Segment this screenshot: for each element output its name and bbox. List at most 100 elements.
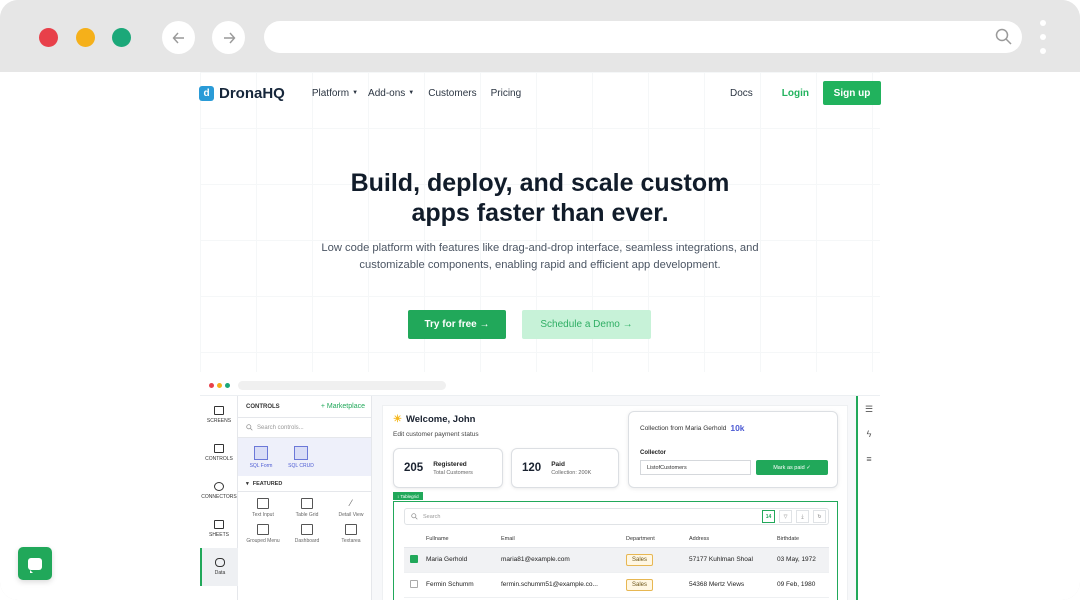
- browser-chrome: [0, 0, 1080, 72]
- mark-as-paid-button[interactable]: Mark as paid ✓: [756, 460, 828, 475]
- registered-stat-card: 205 Registered Total Customers: [393, 448, 503, 488]
- filter-icon[interactable]: ▽: [779, 510, 792, 523]
- chat-widget-button[interactable]: [18, 547, 52, 580]
- control-label: Table Grid: [295, 512, 319, 518]
- collection-title-text: Collection from Maria Gerhold: [640, 424, 727, 432]
- birthdate-cell: 09 Feb, 1980: [771, 572, 829, 598]
- maximize-window-button[interactable]: [112, 28, 131, 47]
- dashboard-icon: [301, 524, 313, 535]
- database-icon: [215, 558, 225, 567]
- fullname-cell: Fermin Schumm: [420, 572, 495, 598]
- tablegrid-tag[interactable]: ↕ Tablegrid: [393, 492, 423, 500]
- dronahq-logo-icon: d: [199, 85, 214, 101]
- control-label: Detail View: [338, 512, 364, 518]
- table-grid-icon: [301, 498, 313, 509]
- table-header-row: Fullname Email Department Address Birthd…: [404, 532, 829, 548]
- department-badge: Sales: [626, 578, 654, 591]
- column-header[interactable]: Email: [495, 532, 620, 548]
- nav-pricing[interactable]: Pricing: [491, 88, 522, 99]
- welcome-heading: ☀ Welcome, John: [393, 414, 475, 425]
- row-select-cell: [404, 547, 420, 573]
- row-checkbox[interactable]: [410, 554, 418, 563]
- collector-input[interactable]: ListofCustomers: [640, 460, 751, 475]
- row-checkbox[interactable]: [410, 579, 418, 588]
- email-cell[interactable]: maria81@example.com: [495, 547, 620, 573]
- nav-customers[interactable]: Customers: [428, 88, 476, 99]
- close-window-button[interactable]: [39, 28, 58, 47]
- table-row[interactable]: Fermin Schumm fermin.schumm51@example.co…: [404, 572, 829, 598]
- magic-wand-icon: ⁄: [350, 498, 352, 508]
- nav-data[interactable]: Data: [200, 548, 238, 586]
- collection-card: Collection from Maria Gerhold 10k Collect…: [628, 411, 838, 488]
- try-for-free-button[interactable]: Try for free →: [408, 310, 506, 339]
- count-badge: 14: [762, 510, 775, 523]
- builder-right-panel: ☰ ϟ ≡: [856, 396, 880, 600]
- signup-button[interactable]: Sign up: [823, 81, 881, 105]
- column-header[interactable]: Department: [620, 532, 683, 548]
- sql-crud-icon: [294, 445, 308, 460]
- nav-screens[interactable]: SCREENS: [200, 396, 238, 434]
- lightning-icon[interactable]: ϟ: [864, 429, 874, 439]
- hero-title-line: apps faster than ever.: [411, 199, 669, 227]
- stat-value: 120: [522, 462, 542, 474]
- table-row[interactable]: Maria Gerhold maria81@example.com Sales …: [404, 547, 829, 573]
- dashboard-control[interactable]: Dashboard: [285, 524, 329, 544]
- back-button[interactable]: [162, 21, 195, 54]
- controls-search[interactable]: Search controls...: [238, 418, 371, 438]
- minimize-window-button[interactable]: [76, 28, 95, 47]
- hero-title-line: Build, deploy, and scale custom: [350, 169, 730, 197]
- docs-link[interactable]: Docs: [730, 88, 753, 99]
- column-header[interactable]: Fullname: [420, 532, 495, 548]
- search-icon: [246, 424, 253, 431]
- textarea-control[interactable]: Textarea: [329, 524, 373, 544]
- arrow-right-icon: [223, 32, 235, 43]
- database-icon[interactable]: ≡: [864, 454, 874, 464]
- page-viewport: d DronaHQ Platform ▼ Add-ons ▼ Customers P…: [0, 72, 1080, 600]
- settings-sliders-icon[interactable]: ☰: [864, 404, 874, 414]
- kebab-menu-icon[interactable]: [1040, 20, 1046, 54]
- sql-form-icon: [254, 445, 268, 460]
- sheets-icon: [214, 520, 224, 529]
- text-input-control[interactable]: Text Input: [241, 498, 285, 518]
- column-header[interactable]: Address: [683, 532, 771, 548]
- login-link[interactable]: Login: [782, 88, 809, 99]
- grouped-menu-control[interactable]: Grouped Menu: [241, 524, 285, 544]
- nav-addons[interactable]: Add-ons ▼: [368, 88, 414, 99]
- schedule-demo-button[interactable]: Schedule a Demo →: [522, 310, 651, 339]
- detail-view-control[interactable]: ⁄ Detail View: [329, 498, 373, 518]
- nav-connectors[interactable]: CONNECTORS: [200, 472, 238, 510]
- nav-sheets[interactable]: SHEETS: [200, 510, 238, 548]
- nav-platform[interactable]: Platform ▼: [312, 88, 358, 99]
- nav-label: SHEETS: [208, 532, 229, 538]
- search-placeholder: Search controls...: [257, 424, 304, 431]
- table-grid-control[interactable]: Table Grid: [285, 498, 329, 518]
- nav-label: SCREENS: [206, 418, 232, 424]
- email-cell[interactable]: fermin.schumm51@example.co...: [495, 572, 620, 598]
- row-select-cell: [404, 572, 420, 598]
- refresh-icon[interactable]: ↻: [813, 510, 826, 523]
- department-cell: Sales: [620, 547, 683, 573]
- forward-button[interactable]: [212, 21, 245, 54]
- sql-form-control[interactable]: SQL Form: [246, 445, 276, 469]
- controls-heading: CONTROLS: [246, 403, 280, 410]
- search-icon[interactable]: [995, 28, 1013, 46]
- tablegrid-search[interactable]: Search 14 ▽ ⤓ ↻: [404, 508, 829, 525]
- logo[interactable]: d DronaHQ: [199, 85, 285, 102]
- control-label: Textarea: [341, 538, 361, 544]
- column-header[interactable]: Birthdate: [771, 532, 829, 548]
- featured-section-header[interactable]: ▾ FEATURED: [238, 476, 371, 492]
- welcome-text: Welcome, John: [405, 414, 476, 425]
- preview-window-bar: [200, 377, 880, 395]
- tablegrid-toolbar: 14 ▽ ⤓ ↻: [762, 510, 826, 523]
- sun-icon: ☀: [393, 414, 402, 425]
- stat-label: Registered: [433, 460, 467, 468]
- chat-bubble-icon: [28, 557, 42, 573]
- marketplace-link[interactable]: + Marketplace: [321, 403, 365, 410]
- sql-crud-control[interactable]: SQL CRUD: [286, 445, 316, 469]
- nav-label: CONTROLS: [205, 456, 233, 462]
- nav-label: Customers: [428, 87, 477, 99]
- nav-controls[interactable]: CONTROLS: [200, 434, 238, 472]
- download-icon[interactable]: ⤓: [796, 510, 809, 523]
- address-bar[interactable]: [264, 21, 1022, 53]
- nav-label: Data: [214, 570, 226, 576]
